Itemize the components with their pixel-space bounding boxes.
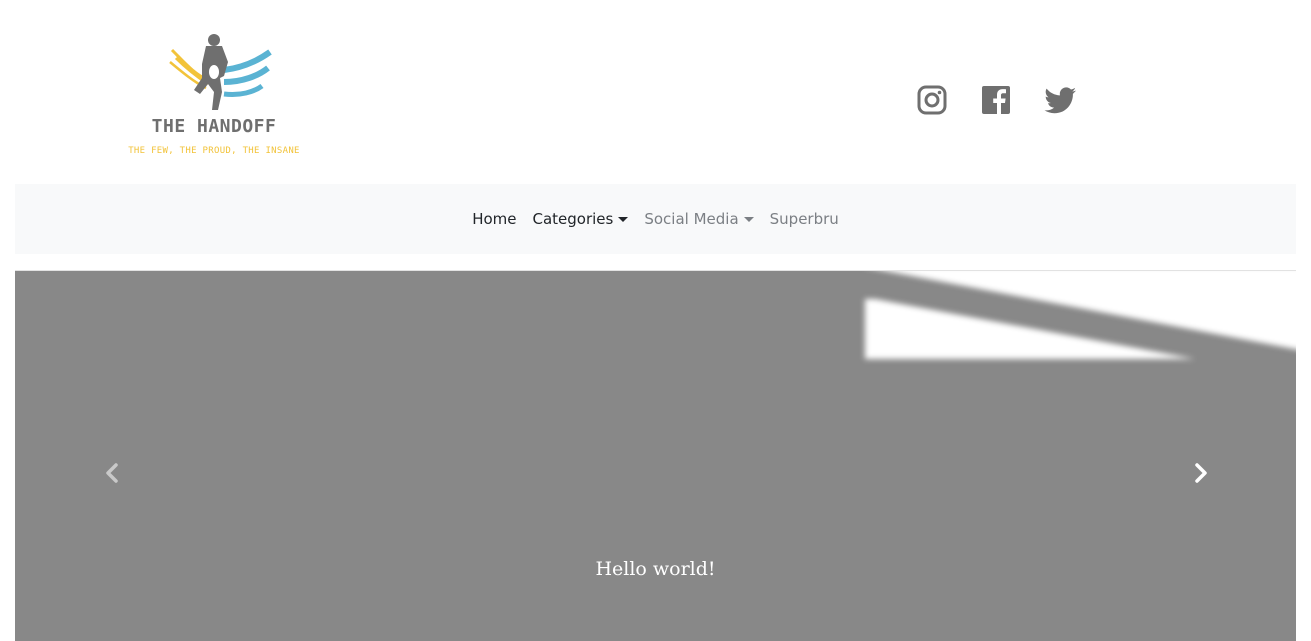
logo-title: THE HANDOFF [151,116,277,137]
nav-item-label: Categories [532,210,614,228]
site-header: THE HANDOFF THE FEW, THE PROUD, THE INSA… [0,0,1311,184]
social-links [916,84,1076,116]
chevron-right-icon [1195,463,1207,483]
nav-item-superbru[interactable]: Superbru [762,210,847,228]
nav-item-label: Social Media [644,210,739,228]
caret-down-icon [618,216,629,222]
instagram-icon [917,85,947,115]
nav-items: Home Categories Social Media Superbru [15,184,1296,254]
main-navbar: Home Categories Social Media Superbru [15,184,1296,254]
nav-item-label: Home [472,210,517,228]
carousel-prev-button[interactable] [101,461,125,485]
instagram-link[interactable] [916,84,948,116]
carousel-next-button[interactable] [1188,461,1212,485]
nav-item-home[interactable]: Home [464,210,524,228]
caret-down-icon [743,216,754,222]
facebook-link[interactable] [980,84,1012,116]
nav-item-social-media[interactable]: Social Media [636,210,761,228]
nav-item-categories[interactable]: Categories [525,210,637,228]
chevron-left-icon [106,463,118,483]
logo-tagline: THE FEW, THE PROUD, THE INSANE [128,146,300,156]
rugby-player-logo-icon [169,34,272,110]
twitter-link[interactable] [1044,84,1076,116]
carousel-slide-image [15,271,1296,641]
facebook-icon [982,86,1010,114]
hero-carousel[interactable]: Hello world! [15,271,1296,641]
nav-item-label: Superbru [769,210,839,228]
carousel-caption: Hello world! [595,558,716,580]
site-logo[interactable]: THE HANDOFF THE FEW, THE PROUD, THE INSA… [124,26,304,166]
twitter-icon [1044,87,1076,114]
page: THE HANDOFF THE FEW, THE PROUD, THE INSA… [0,0,1311,641]
